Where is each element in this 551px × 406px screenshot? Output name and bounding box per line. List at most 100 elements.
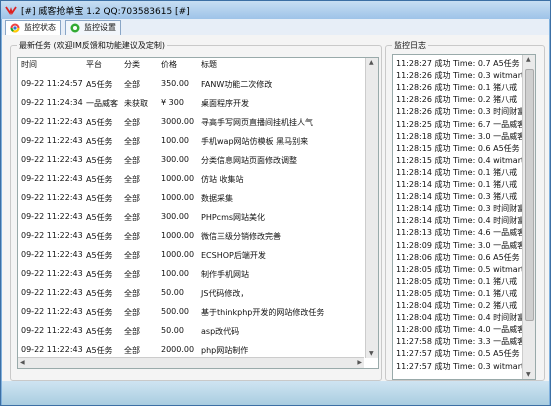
table-row[interactable]: 09-22 11:22:43 A5任务 全部 1000.00 数据采集 xyxy=(18,188,360,207)
cell-price: 50.00 xyxy=(161,288,184,297)
cell-category: 全部 xyxy=(124,118,140,127)
cell-price: 100.00 xyxy=(161,136,189,145)
cell-title: 桌面程序开发 xyxy=(201,99,249,108)
table-row[interactable]: 09-22 11:22:43 A5任务 全部 1000.00 ECSHOP后端开发 xyxy=(18,245,360,264)
table-row[interactable]: 09-22 11:22:43 A5任务 全部 500.00 基于thinkphp开发的网… xyxy=(18,302,360,321)
cell-price: 2000.00 xyxy=(161,345,195,354)
table-row[interactable]: 09-22 11:22:43 A5任务 全部 3000.00 寻高手写网页直播间挂机挂人… xyxy=(18,112,360,131)
table-row[interactable]: 09-22 11:22:43 A5任务 全部 100.00 制作手机网站 xyxy=(18,264,360,283)
cell-time: 09-22 11:24:34 xyxy=(21,98,83,107)
cell-time: 09-22 11:22:43 xyxy=(21,193,83,202)
cell-platform: A5任务 xyxy=(86,327,113,336)
title-bar[interactable]: [#] 威客抢单宝 1.2 QQ:703583615 [#] xyxy=(1,1,550,19)
log-line: 11:28:06 成功 Time: 0.6 A5任务 xyxy=(396,252,520,262)
log-line: 11:28:05 成功 Time: 0.1 猪八戒 xyxy=(396,276,518,286)
cell-time: 09-22 11:22:43 xyxy=(21,326,83,335)
log-line: 11:28:14 成功 Time: 0.1 猪八戒 xyxy=(396,180,518,189)
cell-platform: A5任务 xyxy=(86,251,113,260)
decorative-landscape-footer xyxy=(2,381,549,405)
cell-price: 1000.00 xyxy=(161,193,195,202)
cell-category: 全部 xyxy=(124,289,140,298)
cell-platform: A5任务 xyxy=(86,232,113,241)
task-list-vertical-scrollbar[interactable]: ▲ ▼ xyxy=(365,58,378,358)
cell-time: 09-22 11:24:57 xyxy=(21,79,83,88)
log-scroll-thumb[interactable] xyxy=(525,69,534,321)
log-line: 11:28:14 成功 Time: 0.4 时间财富 xyxy=(396,216,526,226)
log-vertical-scrollbar[interactable]: ▲ ▼ xyxy=(522,55,535,379)
log-line: 11:28:05 成功 Time: 0.5 witmart xyxy=(396,264,525,274)
cell-platform: A5任务 xyxy=(86,118,113,127)
log-line: 11:28:15 成功 Time: 0.4 witmart xyxy=(396,155,525,165)
cell-category: 全部 xyxy=(124,175,140,184)
log-line: 11:27:58 成功 Time: 3.3 一品威客 xyxy=(396,337,526,347)
log-line: 11:28:15 成功 Time: 0.6 A5任务 xyxy=(396,143,520,153)
cell-title: 基于thinkphp开发的网站修改任务 xyxy=(201,308,325,317)
log-line: 11:28:14 成功 Time: 0.3 时间财富 xyxy=(396,204,526,214)
tab-monitor-status[interactable]: 监控状态 xyxy=(5,20,61,35)
cell-price: ¥ 300 xyxy=(161,98,184,107)
column-header-time[interactable]: 时间 xyxy=(21,58,37,72)
cell-price: 300.00 xyxy=(161,155,189,164)
scroll-right-arrow-icon[interactable]: ▶ xyxy=(357,359,362,366)
cell-category: 全部 xyxy=(124,327,140,336)
cell-category: 全部 xyxy=(124,270,140,279)
table-row[interactable]: 09-22 11:22:43 A5任务 全部 50.00 JS代码修改， xyxy=(18,283,360,302)
scroll-up-arrow-icon[interactable]: ▲ xyxy=(369,59,374,66)
log-line: 11:28:26 成功 Time: 0.3 时间财富 xyxy=(396,107,526,117)
cell-time: 09-22 11:22:43 xyxy=(21,136,83,145)
cell-category: 全部 xyxy=(124,213,140,222)
table-row[interactable]: 09-22 11:22:43 A5任务 全部 50.00 asp改代码 xyxy=(18,321,360,340)
task-list[interactable]: 时间 平台 分类 价格 标题 09-22 11:24:57 A5任务 全部 350.0… xyxy=(17,57,379,369)
scroll-down-arrow-icon[interactable]: ▼ xyxy=(526,371,531,378)
column-header-title[interactable]: 标题 xyxy=(201,58,217,72)
table-row[interactable]: 09-22 11:22:43 A5任务 全部 1000.00 仿站 收集站 xyxy=(18,169,360,188)
cell-title: PHPcms网站美化 xyxy=(201,213,266,222)
log-panel-title: 监控日志 xyxy=(392,40,428,51)
table-row[interactable]: 09-22 11:22:43 A5任务 全部 300.00 PHPcms网站美化 xyxy=(18,207,360,226)
cell-category: 全部 xyxy=(124,156,140,165)
cell-time: 09-22 11:22:43 xyxy=(21,269,83,278)
cell-time: 09-22 11:22:43 xyxy=(21,174,83,183)
log-line: 11:28:14 成功 Time: 0.1 猪八戒 xyxy=(396,167,518,177)
app-window: [#] 威客抢单宝 1.2 QQ:703583615 [#] 监控状态 监控设置… xyxy=(0,0,551,406)
scroll-up-arrow-icon[interactable]: ▲ xyxy=(526,56,531,63)
task-list-horizontal-scrollbar[interactable]: ◀ ▶ xyxy=(18,357,364,368)
scroll-down-arrow-icon[interactable]: ▼ xyxy=(369,350,374,357)
table-row[interactable]: 09-22 11:22:43 A5任务 全部 300.00 分类信息网站页面修改调整 xyxy=(18,150,360,169)
column-header-platform[interactable]: 平台 xyxy=(86,58,102,72)
cell-title: asp改代码 xyxy=(201,327,240,336)
cell-platform: A5任务 xyxy=(86,346,113,355)
scroll-left-arrow-icon[interactable]: ◀ xyxy=(20,359,25,366)
log-line: 11:28:04 成功 Time: 0.2 猪八戒 xyxy=(396,301,518,310)
table-row[interactable]: 09-22 11:24:57 A5任务 全部 350.00 FANW功能二次修改 xyxy=(18,74,360,93)
log-line: 11:28:18 成功 Time: 3.0 一品威客 xyxy=(396,131,526,141)
cell-price: 500.00 xyxy=(161,307,189,316)
settings-icon xyxy=(70,23,80,33)
app-logo-icon xyxy=(5,6,17,16)
cell-time: 09-22 11:22:43 xyxy=(21,231,83,240)
table-row[interactable]: 09-22 11:22:43 A5任务 全部 100.00 手机wap网站仿模板 黑马别… xyxy=(18,131,360,150)
log-line: 11:28:26 成功 Time: 0.2 猪八戒 xyxy=(396,95,518,105)
table-row[interactable]: 09-22 11:24:34 一品威客 未获取 ¥ 300 桌面程序开发 xyxy=(18,93,360,112)
cell-time: 09-22 11:22:43 xyxy=(21,117,83,126)
cell-platform: A5任务 xyxy=(86,270,113,279)
cell-title: 微信三级分销修改完善 xyxy=(201,232,281,241)
cell-category: 全部 xyxy=(124,80,140,89)
cell-time: 09-22 11:22:43 xyxy=(21,288,83,297)
cell-title: 手机wap网站仿模板 黑马别来 xyxy=(201,137,309,146)
column-header-price[interactable]: 价格 xyxy=(161,58,177,72)
cell-time: 09-22 11:22:43 xyxy=(21,212,83,221)
task-panel-title: 最新任务 (欢迎IM反馈和功能建议及定制) xyxy=(17,40,168,51)
cell-platform: A5任务 xyxy=(86,80,113,89)
log-line: 11:27:57 成功 Time: 0.3 witmart xyxy=(396,361,525,371)
log-line: 11:28:26 成功 Time: 0.1 猪八戒 xyxy=(396,83,518,93)
tab-monitor-settings[interactable]: 监控设置 xyxy=(65,20,121,35)
column-header-category[interactable]: 分类 xyxy=(124,58,140,72)
monitor-log-list[interactable]: 11:28:27 成功 Time: 0.7 A5任务 11:28:26 成功 Ti… xyxy=(392,54,536,380)
cell-platform: A5任务 xyxy=(86,156,113,165)
log-line: 11:28:14 成功 Time: 0.3 猪八戒 xyxy=(396,192,518,202)
table-row[interactable]: 09-22 11:22:43 A5任务 全部 1000.00 微信三级分销修改完善 xyxy=(18,226,360,245)
cell-price: 1000.00 xyxy=(161,250,195,259)
cell-platform: A5任务 xyxy=(86,289,113,298)
cell-price: 300.00 xyxy=(161,212,189,221)
